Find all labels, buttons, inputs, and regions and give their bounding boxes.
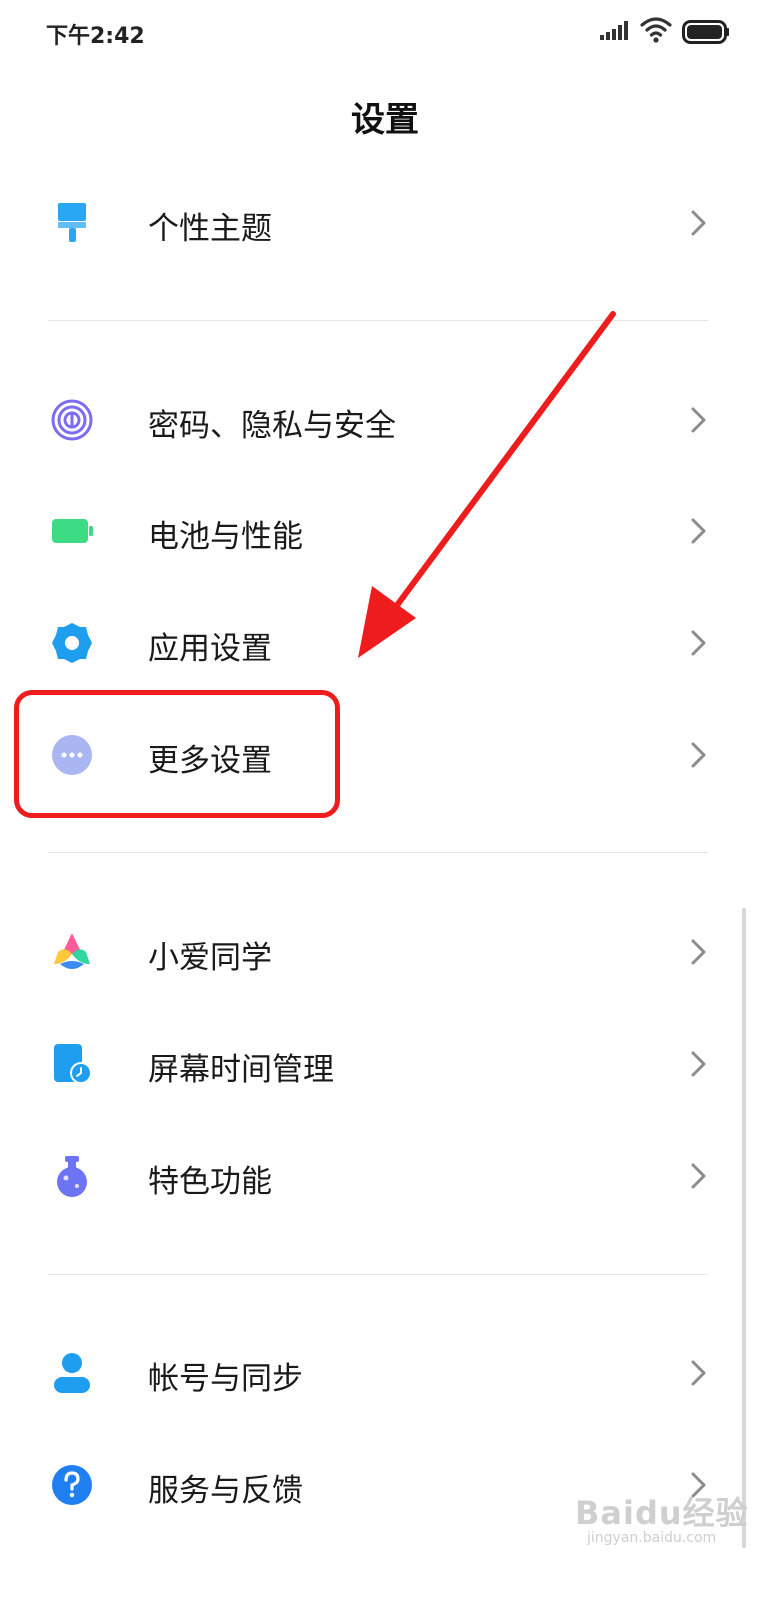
setting-label: 服务与反馈 (148, 1473, 303, 1509)
battery-status-icon (682, 20, 730, 48)
fingerprint-icon (50, 398, 94, 442)
setting-item-special-features[interactable]: 特色功能 (0, 1121, 770, 1231)
watermark-brand: Baidu经验 (575, 1494, 749, 1532)
chevron-right-icon (690, 629, 708, 657)
chevron-right-icon (690, 517, 708, 545)
setting-label: 密码、隐私与安全 (148, 408, 396, 444)
chevron-right-icon (690, 1359, 708, 1387)
baidu-watermark: Baidu经验 jingyan.baidu.com (575, 1486, 755, 1552)
setting-item-battery[interactable]: 电池与性能 (0, 476, 770, 586)
status-bar: 下午2:42 (0, 0, 770, 64)
paint-brush-icon (50, 201, 94, 245)
setting-label: 小爱同学 (148, 940, 272, 976)
flask-icon (50, 1154, 94, 1198)
chevron-right-icon (690, 406, 708, 434)
setting-label: 应用设置 (148, 631, 272, 667)
setting-item-privacy-security[interactable]: 密码、隐私与安全 (0, 365, 770, 475)
xiaoai-icon (50, 930, 94, 974)
gear-icon (50, 621, 94, 665)
wifi-icon (640, 16, 672, 48)
annotation-highlight-box (14, 690, 340, 818)
chevron-right-icon (690, 209, 708, 237)
setting-item-xiaoai[interactable]: 小爱同学 (0, 897, 770, 1007)
setting-item-account-sync[interactable]: 帐号与同步 (0, 1318, 770, 1428)
chevron-right-icon (690, 1162, 708, 1190)
signal-icon (600, 20, 630, 46)
setting-label: 个性主题 (148, 211, 272, 247)
person-icon (50, 1351, 94, 1395)
setting-label: 电池与性能 (148, 519, 303, 555)
chevron-right-icon (690, 1050, 708, 1078)
setting-item-screen-time[interactable]: 屏幕时间管理 (0, 1009, 770, 1119)
setting-item-app-settings[interactable]: 应用设置 (0, 588, 770, 698)
chevron-right-icon (690, 938, 708, 966)
setting-item-theme[interactable]: 个性主题 (0, 168, 770, 278)
setting-label: 帐号与同步 (148, 1361, 303, 1397)
battery-icon (50, 509, 94, 553)
divider (48, 320, 708, 321)
divider (48, 1274, 708, 1275)
watermark-url: jingyan.baidu.com (587, 1530, 717, 1546)
chevron-right-icon (690, 741, 708, 769)
help-icon (50, 1463, 94, 1507)
scrollbar[interactable] (742, 908, 746, 1548)
screen-time-icon (50, 1042, 94, 1086)
setting-label: 特色功能 (148, 1164, 272, 1200)
setting-label: 屏幕时间管理 (148, 1052, 334, 1088)
page-title: 设置 (351, 100, 419, 140)
status-time: 下午2:42 (46, 24, 145, 49)
divider (48, 852, 708, 853)
